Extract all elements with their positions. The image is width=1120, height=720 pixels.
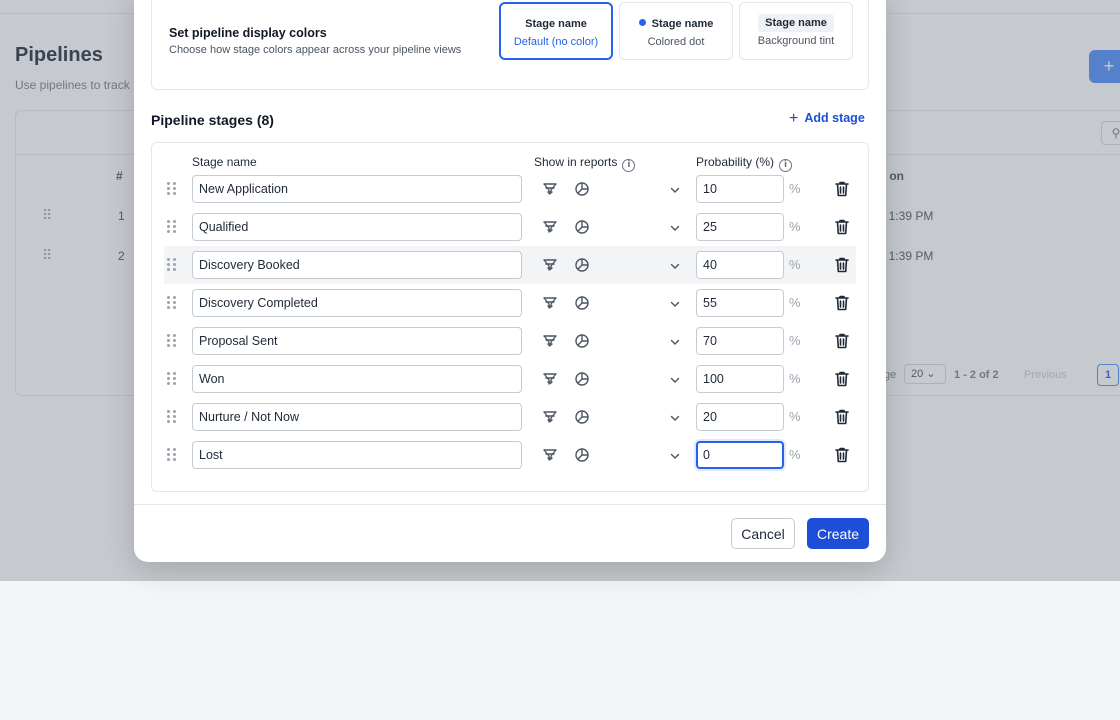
funnel-icon[interactable] bbox=[542, 409, 558, 425]
drag-handle-icon[interactable] bbox=[167, 182, 177, 196]
stages-section-title: Pipeline stages (8) bbox=[151, 112, 274, 128]
stage-name-input[interactable] bbox=[192, 175, 522, 203]
funnel-icon[interactable] bbox=[542, 371, 558, 387]
drag-handle-icon[interactable] bbox=[167, 448, 177, 462]
stage-name-input[interactable] bbox=[192, 365, 522, 393]
chevron-down-icon[interactable] bbox=[669, 335, 681, 347]
pie-chart-icon[interactable] bbox=[574, 333, 590, 349]
funnel-icon[interactable] bbox=[542, 295, 558, 311]
pie-chart-icon[interactable] bbox=[574, 257, 590, 273]
percent-symbol: % bbox=[789, 371, 801, 386]
create-pipeline-modal: Set pipeline display colors Choose how s… bbox=[134, 0, 886, 562]
percent-symbol: % bbox=[789, 257, 801, 272]
chevron-down-icon[interactable] bbox=[669, 449, 681, 461]
percent-symbol: % bbox=[789, 333, 801, 348]
trash-icon[interactable] bbox=[834, 218, 850, 236]
cancel-button[interactable]: Cancel bbox=[731, 518, 795, 549]
stage-name-input[interactable] bbox=[192, 327, 522, 355]
pie-chart-icon[interactable] bbox=[574, 447, 590, 463]
probability-input[interactable] bbox=[696, 175, 784, 203]
funnel-icon[interactable] bbox=[542, 257, 558, 273]
add-stage-button[interactable]: + Add stage bbox=[789, 110, 865, 128]
drag-handle-icon[interactable] bbox=[167, 296, 177, 310]
color-option-background-tint[interactable]: Stage name Background tint bbox=[739, 2, 853, 60]
stage-name-input[interactable] bbox=[192, 441, 522, 469]
probability-input[interactable] bbox=[696, 441, 784, 469]
drag-handle-icon[interactable] bbox=[167, 410, 177, 424]
chevron-down-icon[interactable] bbox=[669, 373, 681, 385]
option-label: Colored dot bbox=[647, 36, 705, 48]
funnel-icon[interactable] bbox=[542, 219, 558, 235]
stage-row: % bbox=[164, 360, 856, 398]
probability-input[interactable] bbox=[696, 213, 784, 241]
pie-chart-icon[interactable] bbox=[574, 219, 590, 235]
pie-chart-icon[interactable] bbox=[574, 409, 590, 425]
stage-row: % bbox=[164, 322, 856, 360]
header-stage-name: Stage name bbox=[192, 155, 257, 169]
probability-input[interactable] bbox=[696, 365, 784, 393]
option-label: Default (no color) bbox=[513, 36, 599, 48]
trash-icon[interactable] bbox=[834, 408, 850, 426]
option-stage-name: Stage name bbox=[758, 14, 834, 32]
stage-row: % bbox=[164, 246, 856, 284]
stage-row: % bbox=[164, 170, 856, 208]
display-colors-description: Choose how stage colors appear across yo… bbox=[169, 44, 462, 56]
color-option-default[interactable]: Stage name Default (no color) bbox=[499, 2, 613, 60]
create-button[interactable]: Create bbox=[807, 518, 869, 549]
plus-icon: + bbox=[789, 110, 799, 127]
percent-symbol: % bbox=[789, 409, 801, 424]
stage-row: % bbox=[164, 436, 856, 474]
pie-chart-icon[interactable] bbox=[574, 295, 590, 311]
display-colors-card: Set pipeline display colors Choose how s… bbox=[151, 0, 869, 90]
stage-row: % bbox=[164, 284, 856, 322]
stages-card: Stage name Show in reports i Probability … bbox=[151, 142, 869, 492]
trash-icon[interactable] bbox=[834, 370, 850, 388]
display-colors-title: Set pipeline display colors bbox=[169, 26, 327, 40]
trash-icon[interactable] bbox=[834, 294, 850, 312]
pie-chart-icon[interactable] bbox=[574, 371, 590, 387]
probability-input[interactable] bbox=[696, 403, 784, 431]
trash-icon[interactable] bbox=[834, 446, 850, 464]
option-stage-name: Stage name bbox=[638, 16, 713, 32]
percent-symbol: % bbox=[789, 219, 801, 234]
chevron-down-icon[interactable] bbox=[669, 183, 681, 195]
drag-handle-icon[interactable] bbox=[167, 220, 177, 234]
percent-symbol: % bbox=[789, 447, 801, 462]
probability-input[interactable] bbox=[696, 327, 784, 355]
drag-handle-icon[interactable] bbox=[167, 258, 177, 272]
color-option-colored-dot[interactable]: Stage name Colored dot bbox=[619, 2, 733, 60]
stage-name-input[interactable] bbox=[192, 251, 522, 279]
option-stage-name: Stage name bbox=[525, 18, 587, 30]
probability-input[interactable] bbox=[696, 251, 784, 279]
dot-icon bbox=[638, 19, 646, 26]
percent-symbol: % bbox=[789, 181, 801, 196]
trash-icon[interactable] bbox=[834, 256, 850, 274]
drag-handle-icon[interactable] bbox=[167, 372, 177, 386]
chevron-down-icon[interactable] bbox=[669, 259, 681, 271]
option-label: Background tint bbox=[757, 35, 835, 47]
chevron-down-icon[interactable] bbox=[669, 221, 681, 233]
footer-divider bbox=[134, 504, 886, 505]
trash-icon[interactable] bbox=[834, 332, 850, 350]
funnel-icon[interactable] bbox=[542, 333, 558, 349]
percent-symbol: % bbox=[789, 295, 801, 310]
stage-row: % bbox=[164, 208, 856, 246]
funnel-icon[interactable] bbox=[542, 447, 558, 463]
chevron-down-icon[interactable] bbox=[669, 297, 681, 309]
chevron-down-icon[interactable] bbox=[669, 411, 681, 423]
stage-row: % bbox=[164, 398, 856, 436]
drag-handle-icon[interactable] bbox=[167, 334, 177, 348]
funnel-icon[interactable] bbox=[542, 181, 558, 197]
stage-name-input[interactable] bbox=[192, 289, 522, 317]
stage-name-input[interactable] bbox=[192, 403, 522, 431]
trash-icon[interactable] bbox=[834, 180, 850, 198]
probability-input[interactable] bbox=[696, 289, 784, 317]
stage-name-input[interactable] bbox=[192, 213, 522, 241]
pie-chart-icon[interactable] bbox=[574, 181, 590, 197]
